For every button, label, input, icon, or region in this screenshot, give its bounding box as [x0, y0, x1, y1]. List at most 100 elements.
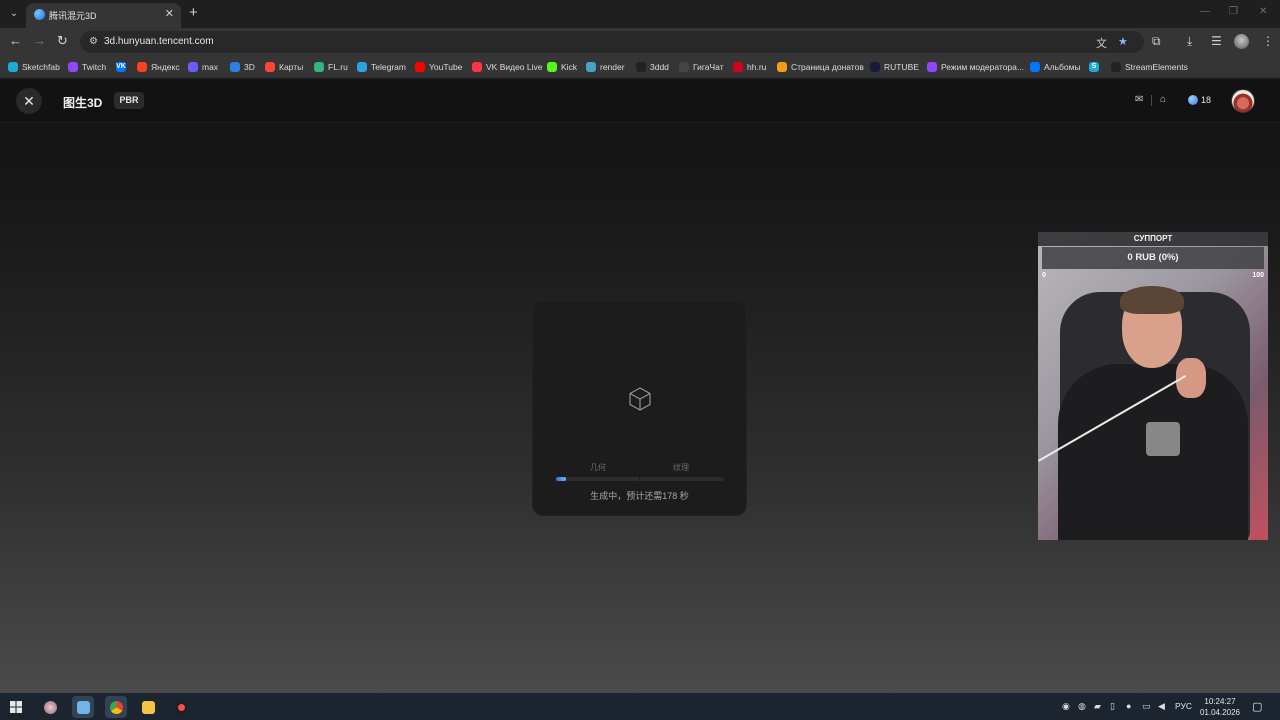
- tab-close-icon[interactable]: ✕: [165, 7, 174, 20]
- bookmark-label: FL.ru: [328, 62, 348, 72]
- pbr-badge[interactable]: PBR: [114, 92, 144, 109]
- bookmark-item[interactable]: Telegram: [357, 60, 406, 74]
- bookmark-item[interactable]: hh.ru: [733, 60, 766, 74]
- taskbar-explorer[interactable]: [137, 696, 159, 718]
- tray-app-icon[interactable]: ◉: [1062, 701, 1070, 712]
- bookmark-item[interactable]: RUTUBE: [870, 60, 919, 74]
- webcam-overlay: СУППОРТ 0 RUB (0%) 0 100: [1038, 232, 1268, 540]
- close-button[interactable]: ✕: [16, 88, 42, 114]
- bookmark-item[interactable]: ГигаЧат: [679, 60, 724, 74]
- app-header: ✕ 图生3D PBR ✉ ⌂ 18: [0, 79, 1280, 123]
- bookmark-label: Режим модератора...: [941, 62, 1024, 72]
- address-bar[interactable]: ⚙ 3d.hunyuan.tencent.com 文 ★: [80, 31, 1144, 53]
- taskbar-app-1[interactable]: [39, 696, 61, 718]
- bookmark-favicon-icon: [547, 62, 557, 72]
- bookmark-item[interactable]: Страница донатов: [777, 60, 864, 74]
- bookmark-item[interactable]: VK: [116, 60, 126, 74]
- bookmark-favicon-icon: [1030, 62, 1040, 72]
- bookmark-item[interactable]: render: [586, 60, 625, 74]
- bookmark-item[interactable]: FL.ru: [314, 60, 348, 74]
- bookmark-label: Twitch: [82, 62, 107, 72]
- language-indicator[interactable]: РУС: [1175, 701, 1192, 711]
- bookmark-label: Карты: [279, 62, 304, 72]
- tab-search-icon[interactable]: ⌄: [5, 5, 23, 23]
- bookmark-label: max: [202, 62, 219, 72]
- bookmark-label: VK Видео Live: [486, 62, 543, 72]
- menu-icon[interactable]: ⋮: [1262, 34, 1274, 48]
- bookmark-item[interactable]: max: [188, 60, 218, 74]
- bookmark-favicon-icon: [415, 62, 425, 72]
- page-title: 图生3D: [63, 96, 103, 110]
- new-tab-icon[interactable]: +: [189, 4, 198, 21]
- bookmark-item[interactable]: YouTube: [415, 60, 462, 74]
- forward-icon[interactable]: →: [33, 33, 46, 48]
- system-clock[interactable]: 10:24:27 01.04.2026: [1197, 696, 1243, 718]
- user-avatar[interactable]: [1231, 89, 1255, 113]
- back-icon[interactable]: ←: [9, 33, 22, 48]
- clock-time: 10:24:27: [1204, 697, 1236, 706]
- bookmark-item[interactable]: Карты: [265, 60, 303, 74]
- progress-track: [556, 477, 724, 481]
- bookmark-item[interactable]: 3D: [230, 60, 255, 74]
- bookmark-favicon-icon: [314, 62, 324, 72]
- tab-title: 腾讯混元3D: [49, 11, 97, 21]
- taskbar: ◉ ◍ ▰ ▯ ● ▭ ◀ РУС 10:24:27 01.04.2026 ▢: [0, 693, 1280, 720]
- url-text: 3d.hunyuan.tencent.com: [104, 36, 214, 47]
- donation-goal-title: СУППОРТ: [1038, 232, 1268, 246]
- bookmark-item[interactable]: Kick: [547, 60, 577, 74]
- bookmark-star-icon[interactable]: ★: [1118, 35, 1128, 48]
- gift-icon[interactable]: ⌂: [1160, 94, 1166, 105]
- bookmark-item[interactable]: 3ddd: [636, 60, 669, 74]
- mail-icon[interactable]: ✉: [1135, 94, 1143, 105]
- credits-counter[interactable]: 18: [1188, 95, 1211, 105]
- generation-progress-card: 几何 纹理 生成中，预计还需178 秒: [533, 301, 746, 515]
- step-texture-label: 纹理: [673, 463, 689, 472]
- bookmark-item[interactable]: S: [1089, 60, 1099, 74]
- bookmark-item[interactable]: VK Видео Live: [472, 60, 543, 74]
- tray-device-icon[interactable]: ▯: [1110, 701, 1115, 712]
- maximize-icon[interactable]: ❐: [1229, 6, 1238, 17]
- reading-list-icon[interactable]: ☰: [1211, 34, 1222, 48]
- tray-volume-icon[interactable]: ◀: [1158, 701, 1165, 712]
- credit-coin-icon: [1188, 95, 1198, 105]
- obs-icon: [174, 700, 188, 714]
- start-button[interactable]: [5, 696, 27, 718]
- reload-icon[interactable]: ↻: [57, 33, 68, 49]
- site-info-icon[interactable]: ⚙: [89, 36, 98, 47]
- bookmark-item[interactable]: Режим модератора...: [927, 60, 1024, 74]
- progress-step-divider: [639, 477, 640, 481]
- bookmark-favicon-icon: [137, 62, 147, 72]
- bookmark-favicon-icon: [1111, 62, 1121, 72]
- step-geometry-label: 几何: [590, 463, 606, 472]
- minimize-icon[interactable]: —: [1200, 6, 1210, 17]
- bookmark-favicon-icon: [230, 62, 240, 72]
- bookmark-favicon-icon: [472, 62, 482, 72]
- donation-goal-amount: 0 RUB (0%): [1042, 247, 1264, 269]
- bookmark-label: Kick: [561, 62, 578, 72]
- tray-network-icon[interactable]: ▭: [1142, 701, 1151, 712]
- browser-tab[interactable]: 腾讯混元3D ✕: [26, 3, 181, 28]
- tray-chrome-icon[interactable]: ◍: [1078, 701, 1086, 712]
- bookmark-item[interactable]: Яндекс: [137, 60, 180, 74]
- tray-mic-icon[interactable]: ●: [1126, 701, 1131, 711]
- downloads-icon[interactable]: ⤓: [1187, 34, 1192, 49]
- taskbar-app-3d[interactable]: [72, 696, 94, 718]
- bookmark-item[interactable]: Sketchfab: [8, 60, 60, 74]
- bookmark-item[interactable]: Twitch: [68, 60, 106, 74]
- profile-avatar[interactable]: [1234, 34, 1249, 49]
- close-window-icon[interactable]: ✕: [1259, 6, 1267, 17]
- tray-nvidia-icon[interactable]: ▰: [1094, 701, 1101, 712]
- bookmark-label: Sketchfab: [22, 62, 60, 72]
- bookmark-item[interactable]: Альбомы: [1030, 60, 1081, 74]
- progress-fill: [556, 477, 567, 481]
- translate-icon[interactable]: 文: [1096, 35, 1107, 51]
- tab-strip: ⌄ 腾讯混元3D ✕ + — ❐ ✕: [0, 0, 1280, 28]
- extensions-icon[interactable]: ⧉: [1152, 34, 1161, 49]
- taskbar-chrome[interactable]: [105, 696, 127, 718]
- notification-icon[interactable]: ▢: [1252, 700, 1262, 713]
- bookmarks-bar: Sketchfab Twitch VK Яндекс max 3D Карты FL.ru Te…: [0, 56, 1280, 78]
- bookmark-item[interactable]: StreamElements: [1111, 60, 1188, 74]
- bookmark-favicon-icon: VK: [116, 62, 126, 72]
- taskbar-obs[interactable]: [170, 696, 192, 718]
- bookmark-label: Яндекс: [151, 62, 180, 72]
